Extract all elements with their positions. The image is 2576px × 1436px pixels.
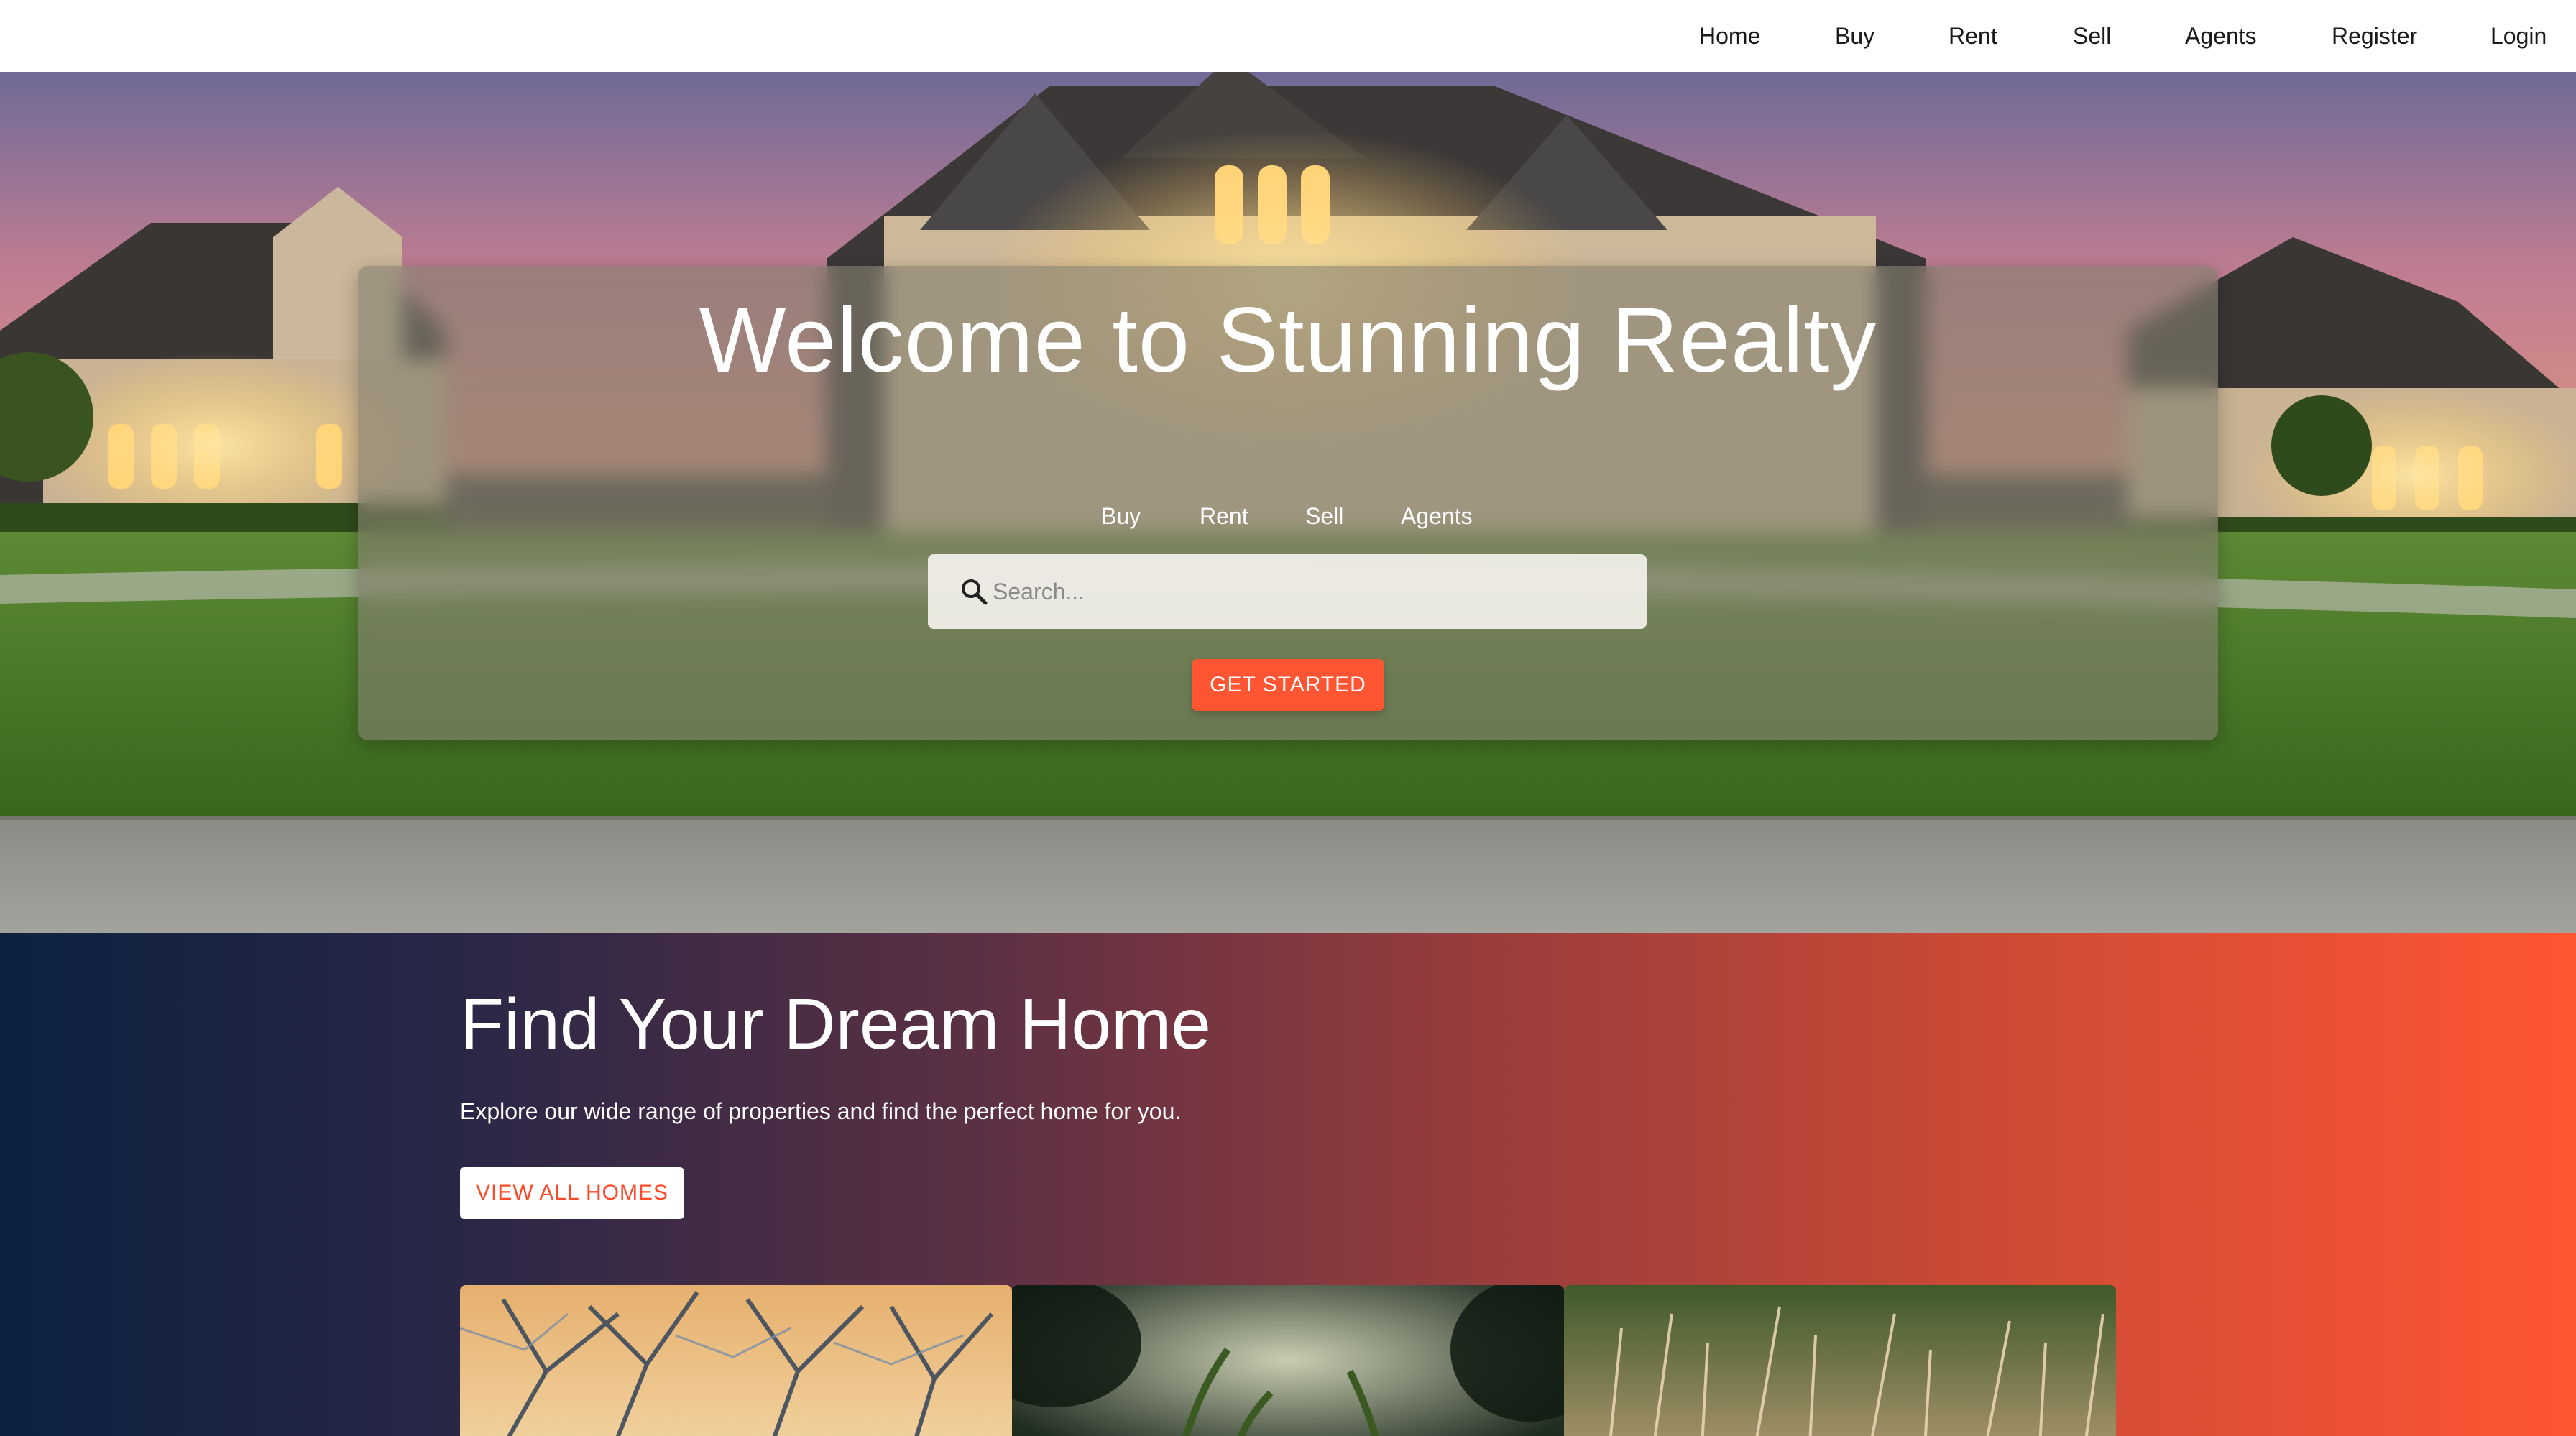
hero-sell-link[interactable]: Sell [1305,503,1343,530]
section-subtitle: Explore our wide range of properties and… [460,1098,1182,1124]
search-bar [928,554,1647,629]
hero-agents-link[interactable]: Agents [1401,503,1473,530]
property-card-image[interactable] [460,1285,1012,1436]
property-thumbnails [460,1285,2116,1436]
property-card-image[interactable] [1012,1285,1564,1436]
hero-section: Welcome to Stunning Realty Buy Rent Sell… [0,72,2576,933]
section-title: Find Your Dream Home [460,984,1211,1064]
nav-agents-link[interactable]: Agents [2185,0,2257,72]
nav-login-link[interactable]: Login [2490,0,2547,72]
dream-home-section: Find Your Dream Home Explore our wide ra… [0,933,2576,1436]
hero-title: Welcome to Stunning Realty [699,289,1877,392]
nav-register-link[interactable]: Register [2332,0,2417,72]
hero-buy-link[interactable]: Buy [1101,503,1141,530]
nav-rent-link[interactable]: Rent [1949,0,1997,72]
hero-rent-link[interactable]: Rent [1200,503,1248,530]
nav-buy-link[interactable]: Buy [1835,0,1874,72]
top-navigation: Home Buy Rent Sell Agents Register Login [0,0,2576,72]
get-started-button[interactable]: GET STARTED [1192,659,1384,711]
nav-sell-link[interactable]: Sell [2073,0,2111,72]
search-icon [962,579,988,605]
hero-quick-links: Buy Rent Sell Agents [0,503,2576,546]
view-all-homes-button[interactable]: VIEW ALL HOMES [460,1167,684,1219]
search-input[interactable] [991,554,1624,629]
property-card-image[interactable] [1564,1285,2116,1436]
nav-home-link[interactable]: Home [1699,0,1760,72]
